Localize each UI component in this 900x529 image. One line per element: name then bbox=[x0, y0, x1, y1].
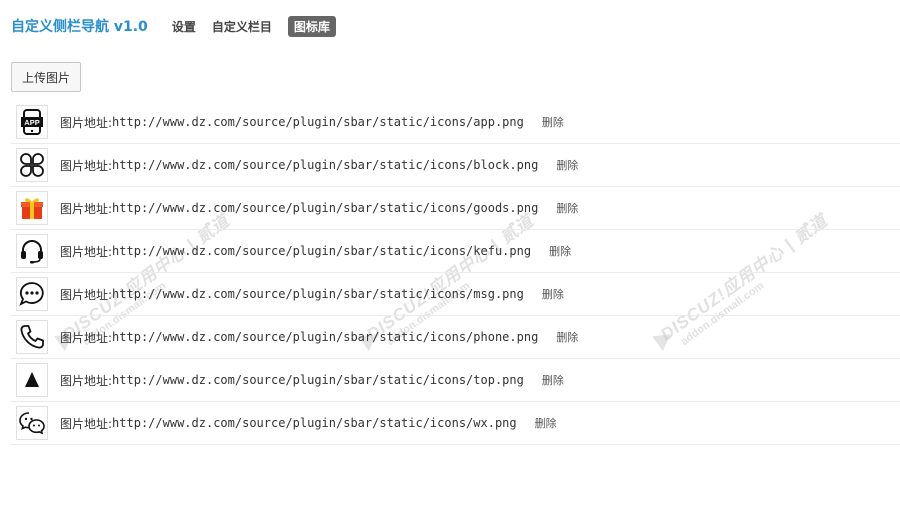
tab-custom-columns[interactable]: 自定义栏目 bbox=[212, 18, 272, 35]
image-url: http://www.dz.com/source/plugin/sbar/sta… bbox=[112, 287, 524, 301]
tab-settings[interactable]: 设置 bbox=[172, 18, 196, 35]
image-url: http://www.dz.com/source/plugin/sbar/sta… bbox=[112, 244, 532, 258]
list-item: 图片地址: http://www.dz.com/source/plugin/sb… bbox=[11, 144, 900, 187]
delete-link[interactable]: 删除 bbox=[549, 243, 571, 259]
upload-image-button[interactable]: 上传图片 bbox=[11, 62, 81, 92]
image-url: http://www.dz.com/source/plugin/sbar/sta… bbox=[112, 373, 524, 387]
image-url: http://www.dz.com/source/plugin/sbar/sta… bbox=[112, 416, 517, 430]
image-url-label: 图片地址: bbox=[60, 287, 113, 302]
block-icon bbox=[16, 148, 48, 182]
tab-icon-library[interactable]: 图标库 bbox=[287, 15, 336, 37]
list-item: 图片地址: http://www.dz.com/source/plugin/sb… bbox=[11, 187, 900, 230]
delete-link[interactable]: 删除 bbox=[542, 114, 564, 130]
image-url: http://www.dz.com/source/plugin/sbar/sta… bbox=[112, 201, 539, 215]
list-item: APP 图片地址: http://www.dz.com/source/plugi… bbox=[11, 101, 900, 144]
delete-link[interactable]: 删除 bbox=[535, 415, 557, 431]
delete-link[interactable]: 删除 bbox=[542, 372, 564, 388]
svg-text:APP: APP bbox=[24, 118, 39, 127]
list-item: 图片地址: http://www.dz.com/source/plugin/sb… bbox=[11, 359, 900, 402]
list-item: 图片地址: http://www.dz.com/source/plugin/sb… bbox=[11, 316, 900, 359]
list-item: 图片地址: http://www.dz.com/source/plugin/sb… bbox=[11, 402, 900, 445]
wx-icon bbox=[16, 406, 48, 440]
app-title: 自定义侧栏导航 v1.0 bbox=[11, 19, 148, 35]
goods-icon bbox=[16, 191, 48, 225]
app-icon: APP bbox=[16, 105, 48, 139]
header: 自定义侧栏导航 v1.0 设置 自定义栏目 图标库 bbox=[11, 14, 336, 38]
list-item: 图片地址: http://www.dz.com/source/plugin/sb… bbox=[11, 230, 900, 273]
icon-list: APP 图片地址: http://www.dz.com/source/plugi… bbox=[11, 101, 900, 445]
phone-icon bbox=[16, 320, 48, 354]
image-url: http://www.dz.com/source/plugin/sbar/sta… bbox=[112, 330, 539, 344]
msg-icon bbox=[16, 277, 48, 311]
image-url-label: 图片地址: bbox=[60, 244, 113, 259]
list-item: 图片地址: http://www.dz.com/source/plugin/sb… bbox=[11, 273, 900, 316]
image-url-label: 图片地址: bbox=[60, 373, 113, 388]
image-url: http://www.dz.com/source/plugin/sbar/sta… bbox=[112, 115, 524, 129]
top-icon bbox=[16, 363, 48, 397]
image-url-label: 图片地址: bbox=[60, 158, 113, 173]
kefu-icon bbox=[16, 234, 48, 268]
delete-link[interactable]: 删除 bbox=[556, 157, 578, 173]
image-url-label: 图片地址: bbox=[60, 416, 113, 431]
image-url: http://www.dz.com/source/plugin/sbar/sta… bbox=[112, 158, 539, 172]
image-url-label: 图片地址: bbox=[60, 330, 113, 345]
tab-nav: 设置 自定义栏目 图标库 bbox=[172, 15, 336, 37]
delete-link[interactable]: 删除 bbox=[542, 286, 564, 302]
delete-link[interactable]: 删除 bbox=[556, 200, 578, 216]
delete-link[interactable]: 删除 bbox=[556, 329, 578, 345]
image-url-label: 图片地址: bbox=[60, 115, 113, 130]
image-url-label: 图片地址: bbox=[60, 201, 113, 216]
